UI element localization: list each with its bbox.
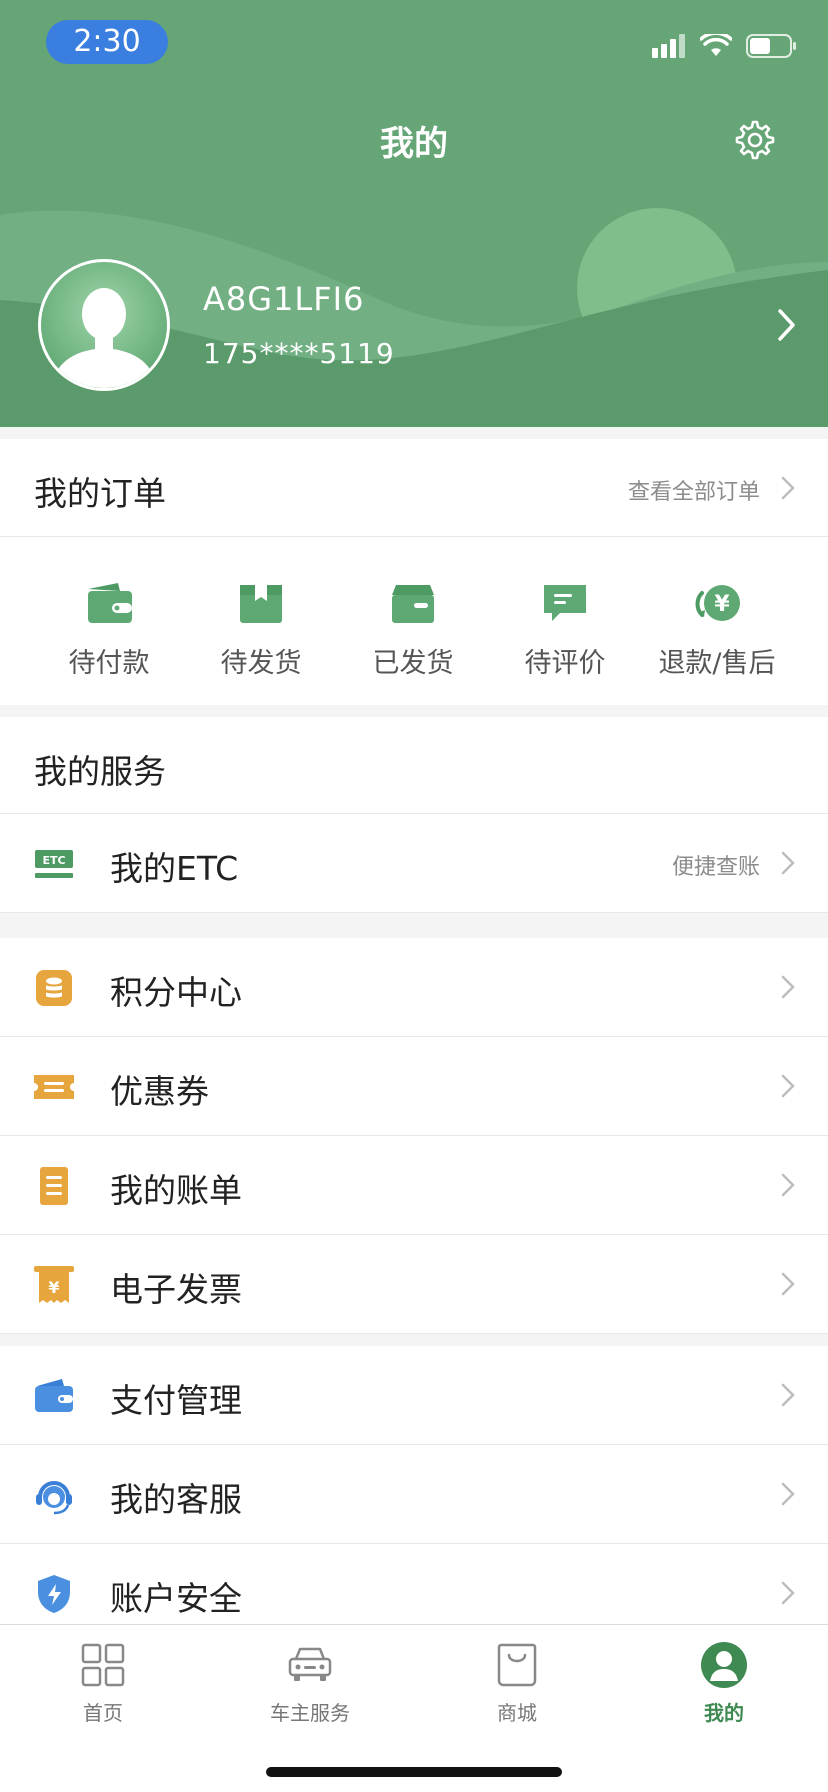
bill-icon	[40, 1167, 68, 1205]
svg-text:ETC: ETC	[42, 854, 65, 867]
customer-service-icon	[36, 1481, 72, 1515]
invoice-icon: ¥	[34, 1266, 74, 1303]
profile-chevron-right-icon[interactable]	[776, 307, 798, 343]
settings-gear-icon[interactable]	[733, 118, 777, 162]
tab-mine[interactable]: 我的	[644, 1641, 804, 1726]
menu-item-payment-management[interactable]: 支付管理	[0, 1346, 828, 1445]
view-all-orders-link[interactable]: 查看全部订单	[628, 474, 760, 506]
menu-label: 我的ETC	[110, 849, 239, 888]
chevron-right-icon	[781, 1173, 795, 1197]
order-shipped[interactable]: 已发货	[337, 537, 489, 705]
menu-item-bills[interactable]: 我的账单	[0, 1136, 828, 1235]
menu-label: 积分中心	[110, 973, 242, 1012]
menu-label: 我的客服	[110, 1480, 242, 1519]
tab-home[interactable]: 首页	[23, 1641, 183, 1726]
chevron-right-icon	[781, 1272, 795, 1296]
order-refund-aftersales[interactable]: ¥ 退款/售后	[641, 537, 793, 705]
svg-text:¥: ¥	[714, 592, 730, 617]
menu-label: 电子发票	[110, 1270, 242, 1309]
tab-label: 我的	[704, 1701, 744, 1725]
menu-item-etc[interactable]: ETC 我的ETC 便捷查账	[0, 814, 828, 913]
order-label: 退款/售后	[658, 648, 776, 679]
phone-number: 175****5119	[203, 337, 395, 370]
car-icon	[288, 1647, 332, 1681]
wifi-icon	[700, 34, 732, 56]
etc-quick-billing-link[interactable]: 便捷查账	[672, 849, 760, 881]
menu-label: 支付管理	[110, 1381, 242, 1420]
battery-icon	[746, 34, 796, 58]
shipped-box-icon	[392, 585, 434, 623]
page-title: 我的	[380, 124, 448, 164]
status-bar: 2:30	[0, 0, 828, 90]
tab-label: 商城	[497, 1701, 537, 1725]
points-icon	[36, 970, 72, 1006]
services-header-row: 我的服务	[0, 717, 828, 814]
coupon-icon	[34, 1075, 74, 1099]
chevron-right-icon	[781, 851, 795, 875]
shopping-bag-icon	[497, 1643, 537, 1687]
wallet-icon	[88, 583, 132, 623]
tab-car-owner-services[interactable]: 车主服务	[230, 1641, 390, 1726]
orders-title: 我的订单	[34, 474, 166, 513]
box-icon	[240, 585, 282, 623]
menu-label: 我的账单	[110, 1171, 242, 1210]
chevron-right-icon	[781, 975, 795, 999]
tab-label: 首页	[83, 1701, 123, 1725]
signal-icon	[652, 34, 685, 58]
order-status-list: 待付款 待发货 已发货 待评价 ¥ 退款/售后	[0, 537, 828, 705]
chevron-right-icon	[781, 1383, 795, 1407]
comment-icon	[544, 585, 586, 621]
menu-label: 账户安全	[110, 1579, 242, 1618]
status-icons	[652, 34, 798, 58]
orders-header-row[interactable]: 我的订单 查看全部订单	[0, 439, 828, 537]
menu-item-e-invoice[interactable]: ¥ 电子发票	[0, 1235, 828, 1334]
username: A8G1LFI6	[203, 280, 365, 318]
menu-item-customer-service[interactable]: 我的客服	[0, 1445, 828, 1544]
services-title: 我的服务	[34, 752, 166, 791]
chevron-right-icon	[781, 1074, 795, 1098]
chevron-right-icon	[781, 476, 795, 500]
user-avatar[interactable]	[38, 259, 170, 391]
status-time: 2:30	[46, 20, 168, 64]
order-pending-payment[interactable]: 待付款	[33, 537, 185, 705]
order-pending-review[interactable]: 待评价	[489, 537, 641, 705]
etc-icon: ETC	[35, 850, 73, 878]
profile-header: 2:30 我的 A8G1LFI6 175****5119	[0, 0, 828, 427]
order-label: 待付款	[68, 648, 150, 679]
home-indicator	[266, 1767, 562, 1777]
grid-icon	[81, 1643, 125, 1687]
profile-icon	[701, 1642, 747, 1688]
payment-wallet-icon	[35, 1379, 73, 1412]
order-pending-shipment[interactable]: 待发货	[185, 537, 337, 705]
refund-icon: ¥	[695, 585, 740, 621]
order-label: 待发货	[220, 648, 302, 679]
chevron-right-icon	[781, 1581, 795, 1605]
order-label: 待评价	[524, 648, 606, 679]
menu-item-points[interactable]: 积分中心	[0, 938, 828, 1037]
chevron-right-icon	[781, 1482, 795, 1506]
bottom-tab-bar: 首页 车主服务 商城 我的	[0, 1624, 828, 1792]
default-avatar-silhouette-icon	[51, 288, 157, 388]
shield-icon	[38, 1575, 70, 1613]
tab-mall[interactable]: 商城	[437, 1641, 597, 1726]
menu-label: 优惠券	[110, 1072, 209, 1111]
svg-text:¥: ¥	[48, 1278, 59, 1297]
menu-item-coupons[interactable]: 优惠券	[0, 1037, 828, 1136]
order-label: 已发货	[372, 648, 454, 679]
tab-label: 车主服务	[270, 1701, 350, 1725]
